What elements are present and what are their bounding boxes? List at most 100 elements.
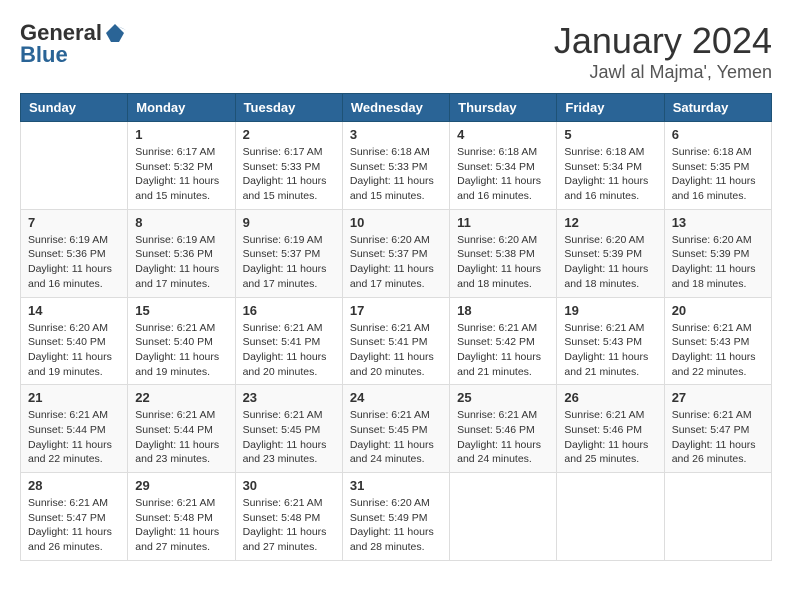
day-number: 4 — [457, 127, 549, 142]
day-info: Sunrise: 6:20 AM Sunset: 5:39 PM Dayligh… — [672, 233, 764, 292]
day-info: Sunrise: 6:17 AM Sunset: 5:33 PM Dayligh… — [243, 145, 335, 204]
day-info: Sunrise: 6:18 AM Sunset: 5:34 PM Dayligh… — [564, 145, 656, 204]
calendar-cell: 11 Sunrise: 6:20 AM Sunset: 5:38 PM Dayli… — [450, 209, 557, 297]
location-title: Jawl al Majma', Yemen — [554, 62, 772, 83]
weekday-header-tuesday: Tuesday — [235, 94, 342, 122]
day-info: Sunrise: 6:20 AM Sunset: 5:49 PM Dayligh… — [350, 496, 442, 555]
day-info: Sunrise: 6:21 AM Sunset: 5:41 PM Dayligh… — [350, 321, 442, 380]
day-number: 1 — [135, 127, 227, 142]
day-info: Sunrise: 6:19 AM Sunset: 5:36 PM Dayligh… — [135, 233, 227, 292]
calendar-cell: 19 Sunrise: 6:21 AM Sunset: 5:43 PM Dayli… — [557, 297, 664, 385]
day-info: Sunrise: 6:20 AM Sunset: 5:39 PM Dayligh… — [564, 233, 656, 292]
calendar-cell: 10Sunrise: 6:20 AM Sunset: 5:37 PM Dayli… — [342, 209, 449, 297]
day-number: 9 — [243, 215, 335, 230]
calendar-table: SundayMondayTuesdayWednesdayThursdayFrid… — [20, 93, 772, 561]
calendar-cell — [664, 473, 771, 561]
calendar-cell: 29Sunrise: 6:21 AM Sunset: 5:48 PM Dayli… — [128, 473, 235, 561]
day-number: 31 — [350, 478, 442, 493]
calendar-cell: 16 Sunrise: 6:21 AM Sunset: 5:41 PM Dayli… — [235, 297, 342, 385]
calendar-cell: 1 Sunrise: 6:17 AM Sunset: 5:32 PM Daylig… — [128, 122, 235, 210]
logo-bird-icon — [104, 22, 126, 44]
day-number: 5 — [564, 127, 656, 142]
day-number: 18 — [457, 303, 549, 318]
day-info: Sunrise: 6:21 AM Sunset: 5:43 PM Dayligh… — [672, 321, 764, 380]
day-number: 24 — [350, 390, 442, 405]
day-info: Sunrise: 6:21 AM Sunset: 5:44 PM Dayligh… — [135, 408, 227, 467]
day-number: 2 — [243, 127, 335, 142]
calendar-cell: 23Sunrise: 6:21 AM Sunset: 5:45 PM Dayli… — [235, 385, 342, 473]
day-info: Sunrise: 6:21 AM Sunset: 5:45 PM Dayligh… — [350, 408, 442, 467]
day-info: Sunrise: 6:19 AM Sunset: 5:36 PM Dayligh… — [28, 233, 120, 292]
calendar-cell: 26 Sunrise: 6:21 AM Sunset: 5:46 PM Dayli… — [557, 385, 664, 473]
day-info: Sunrise: 6:18 AM Sunset: 5:34 PM Dayligh… — [457, 145, 549, 204]
calendar-week-5: 28 Sunrise: 6:21 AM Sunset: 5:47 PM Dayli… — [21, 473, 772, 561]
page-header: General Blue January 2024 Jawl al Majma'… — [20, 20, 772, 83]
day-number: 15 — [135, 303, 227, 318]
day-number: 30 — [243, 478, 335, 493]
logo-blue-text: Blue — [20, 42, 68, 68]
day-number: 27 — [672, 390, 764, 405]
calendar-cell: 9 Sunrise: 6:19 AM Sunset: 5:37 PM Daylig… — [235, 209, 342, 297]
day-info: Sunrise: 6:18 AM Sunset: 5:35 PM Dayligh… — [672, 145, 764, 204]
day-number: 16 — [243, 303, 335, 318]
calendar-cell: 14Sunrise: 6:20 AM Sunset: 5:40 PM Dayli… — [21, 297, 128, 385]
calendar-cell: 18Sunrise: 6:21 AM Sunset: 5:42 PM Dayli… — [450, 297, 557, 385]
day-info: Sunrise: 6:18 AM Sunset: 5:33 PM Dayligh… — [350, 145, 442, 204]
day-info: Sunrise: 6:21 AM Sunset: 5:41 PM Dayligh… — [243, 321, 335, 380]
day-number: 11 — [457, 215, 549, 230]
calendar-cell: 2 Sunrise: 6:17 AM Sunset: 5:33 PM Daylig… — [235, 122, 342, 210]
weekday-header-thursday: Thursday — [450, 94, 557, 122]
calendar-cell: 12Sunrise: 6:20 AM Sunset: 5:39 PM Dayli… — [557, 209, 664, 297]
calendar-week-1: 1 Sunrise: 6:17 AM Sunset: 5:32 PM Daylig… — [21, 122, 772, 210]
day-number: 13 — [672, 215, 764, 230]
calendar-cell: 20 Sunrise: 6:21 AM Sunset: 5:43 PM Dayli… — [664, 297, 771, 385]
calendar-cell: 24 Sunrise: 6:21 AM Sunset: 5:45 PM Dayli… — [342, 385, 449, 473]
day-info: Sunrise: 6:19 AM Sunset: 5:37 PM Dayligh… — [243, 233, 335, 292]
weekday-header-friday: Friday — [557, 94, 664, 122]
day-number: 20 — [672, 303, 764, 318]
day-info: Sunrise: 6:21 AM Sunset: 5:47 PM Dayligh… — [28, 496, 120, 555]
calendar-cell — [450, 473, 557, 561]
calendar-cell — [21, 122, 128, 210]
day-info: Sunrise: 6:21 AM Sunset: 5:40 PM Dayligh… — [135, 321, 227, 380]
calendar-cell: 21Sunrise: 6:21 AM Sunset: 5:44 PM Dayli… — [21, 385, 128, 473]
calendar-cell: 8Sunrise: 6:19 AM Sunset: 5:36 PM Daylig… — [128, 209, 235, 297]
day-info: Sunrise: 6:21 AM Sunset: 5:43 PM Dayligh… — [564, 321, 656, 380]
calendar-cell: 17Sunrise: 6:21 AM Sunset: 5:41 PM Dayli… — [342, 297, 449, 385]
day-number: 21 — [28, 390, 120, 405]
day-number: 29 — [135, 478, 227, 493]
day-info: Sunrise: 6:20 AM Sunset: 5:38 PM Dayligh… — [457, 233, 549, 292]
weekday-header-saturday: Saturday — [664, 94, 771, 122]
calendar-cell: 4 Sunrise: 6:18 AM Sunset: 5:34 PM Daylig… — [450, 122, 557, 210]
day-number: 7 — [28, 215, 120, 230]
day-number: 28 — [28, 478, 120, 493]
calendar-cell: 5 Sunrise: 6:18 AM Sunset: 5:34 PM Daylig… — [557, 122, 664, 210]
weekday-header-wednesday: Wednesday — [342, 94, 449, 122]
calendar-cell — [557, 473, 664, 561]
day-number: 19 — [564, 303, 656, 318]
weekday-header-row: SundayMondayTuesdayWednesdayThursdayFrid… — [21, 94, 772, 122]
logo: General Blue — [20, 20, 126, 68]
day-number: 26 — [564, 390, 656, 405]
calendar-cell: 15 Sunrise: 6:21 AM Sunset: 5:40 PM Dayli… — [128, 297, 235, 385]
calendar-cell: 27 Sunrise: 6:21 AM Sunset: 5:47 PM Dayli… — [664, 385, 771, 473]
calendar-cell: 31 Sunrise: 6:20 AM Sunset: 5:49 PM Dayli… — [342, 473, 449, 561]
calendar-cell: 22 Sunrise: 6:21 AM Sunset: 5:44 PM Dayli… — [128, 385, 235, 473]
calendar-week-3: 14Sunrise: 6:20 AM Sunset: 5:40 PM Dayli… — [21, 297, 772, 385]
calendar-cell: 25Sunrise: 6:21 AM Sunset: 5:46 PM Dayli… — [450, 385, 557, 473]
calendar-cell: 7 Sunrise: 6:19 AM Sunset: 5:36 PM Daylig… — [21, 209, 128, 297]
calendar-cell: 30Sunrise: 6:21 AM Sunset: 5:48 PM Dayli… — [235, 473, 342, 561]
weekday-header-sunday: Sunday — [21, 94, 128, 122]
day-info: Sunrise: 6:21 AM Sunset: 5:47 PM Dayligh… — [672, 408, 764, 467]
day-number: 23 — [243, 390, 335, 405]
title-section: January 2024 Jawl al Majma', Yemen — [554, 20, 772, 83]
day-info: Sunrise: 6:21 AM Sunset: 5:46 PM Dayligh… — [457, 408, 549, 467]
day-info: Sunrise: 6:20 AM Sunset: 5:37 PM Dayligh… — [350, 233, 442, 292]
day-number: 14 — [28, 303, 120, 318]
day-number: 6 — [672, 127, 764, 142]
day-info: Sunrise: 6:21 AM Sunset: 5:46 PM Dayligh… — [564, 408, 656, 467]
day-number: 3 — [350, 127, 442, 142]
day-info: Sunrise: 6:17 AM Sunset: 5:32 PM Dayligh… — [135, 145, 227, 204]
day-number: 22 — [135, 390, 227, 405]
calendar-week-2: 7 Sunrise: 6:19 AM Sunset: 5:36 PM Daylig… — [21, 209, 772, 297]
